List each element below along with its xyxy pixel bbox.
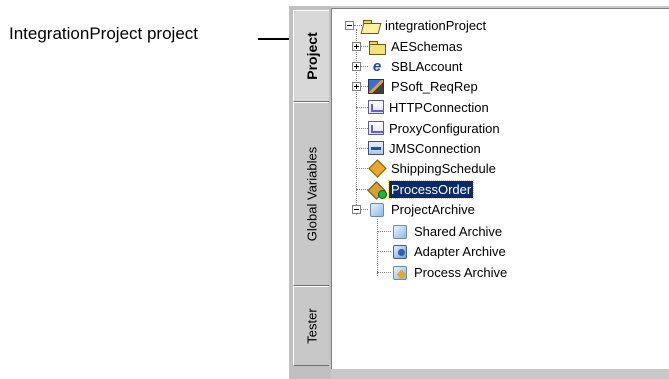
tree-node-label: SBLAccount — [391, 58, 463, 74]
tree-area: integrationProject AESchemas e SBLAccoun… — [331, 6, 669, 379]
shared-archive-icon — [391, 223, 409, 240]
tab-tester-label: Tester — [304, 308, 319, 344]
folder-open-icon — [362, 17, 380, 34]
collapse-toggle[interactable] — [352, 205, 361, 214]
project-tree: integrationProject AESchemas e SBLAccoun… — [331, 8, 669, 369]
process-archive-icon — [391, 264, 409, 281]
tree-node-aeschemas[interactable]: AESchemas — [368, 37, 465, 55]
tab-global-variables-label: Global Variables — [304, 146, 319, 242]
tree-node-label: ShippingSchedule — [391, 160, 496, 176]
http-connection-icon — [368, 100, 384, 114]
tab-column: Project Global Variables Tester — [289, 6, 331, 379]
peoplesoft-icon — [368, 78, 384, 94]
tree-line — [356, 29, 358, 215]
tree-line — [356, 128, 368, 130]
jms-connection-icon — [368, 141, 384, 155]
tree-node-jmsconnection[interactable]: JMSConnection — [368, 139, 483, 157]
tree-node-label: ProxyConfiguration — [389, 120, 500, 136]
tree-node-proxyconfiguration[interactable]: ProxyConfiguration — [368, 119, 502, 137]
tree-node-label: JMSConnection — [389, 140, 481, 156]
tree-node-psoft-reqrep[interactable]: PSoft_ReqRep — [368, 77, 480, 95]
archive-icon — [368, 201, 386, 218]
collapse-toggle[interactable] — [345, 21, 354, 30]
tree-line — [377, 231, 391, 233]
tree-node-label: Process Archive — [414, 264, 508, 280]
tree-node-shared-archive[interactable]: Shared Archive — [391, 222, 504, 240]
tree-line — [356, 148, 368, 150]
tree-node-process-archive[interactable]: Process Archive — [391, 263, 509, 281]
tree-line — [356, 107, 368, 109]
tree-node-label: AESchemas — [391, 38, 463, 54]
tree-node-root[interactable]: integrationProject — [362, 16, 488, 34]
tree-line — [356, 168, 368, 170]
tree-node-processorder[interactable]: ProcessOrder — [368, 179, 475, 199]
adapter-archive-icon — [391, 243, 409, 260]
tree-node-httpconnection[interactable]: HTTPConnection — [368, 98, 491, 116]
expand-toggle[interactable] — [352, 82, 361, 91]
tree-line — [377, 251, 391, 253]
folder-icon — [368, 38, 386, 55]
tree-node-label: Adapter Archive — [414, 243, 506, 259]
callout-label: IntegrationProject project — [9, 24, 198, 43]
tree-node-label: PSoft_ReqRep — [391, 78, 478, 94]
tab-project[interactable]: Project — [293, 10, 329, 102]
tree-line — [377, 272, 391, 274]
tree-node-sblaccount[interactable]: e SBLAccount — [368, 57, 465, 75]
tab-project-label: Project — [303, 32, 320, 80]
proxy-config-icon — [368, 121, 384, 135]
tree-node-projectarchive[interactable]: ProjectArchive — [368, 200, 477, 218]
tree-line — [354, 25, 362, 27]
tab-tester[interactable]: Tester — [293, 286, 329, 366]
designer-panel: Project Global Variables Tester integrat… — [289, 6, 669, 379]
expand-toggle[interactable] — [352, 62, 361, 71]
schedule-icon — [368, 160, 386, 177]
process-icon — [368, 181, 387, 199]
tab-global-variables[interactable]: Global Variables — [293, 102, 329, 286]
tree-node-label: HTTPConnection — [389, 99, 489, 115]
tree-node-label: integrationProject — [385, 17, 487, 33]
tree-node-label: ProjectArchive — [391, 201, 475, 217]
expand-toggle[interactable] — [352, 42, 361, 51]
tree-node-label: ProcessOrder — [387, 179, 475, 199]
tree-node-shippingschedule[interactable]: ShippingSchedule — [368, 159, 498, 177]
tree-line — [377, 219, 379, 276]
tree-node-adapter-archive[interactable]: Adapter Archive — [391, 242, 508, 260]
siebel-icon: e — [372, 57, 382, 75]
tree-node-label: Shared Archive — [414, 223, 503, 239]
